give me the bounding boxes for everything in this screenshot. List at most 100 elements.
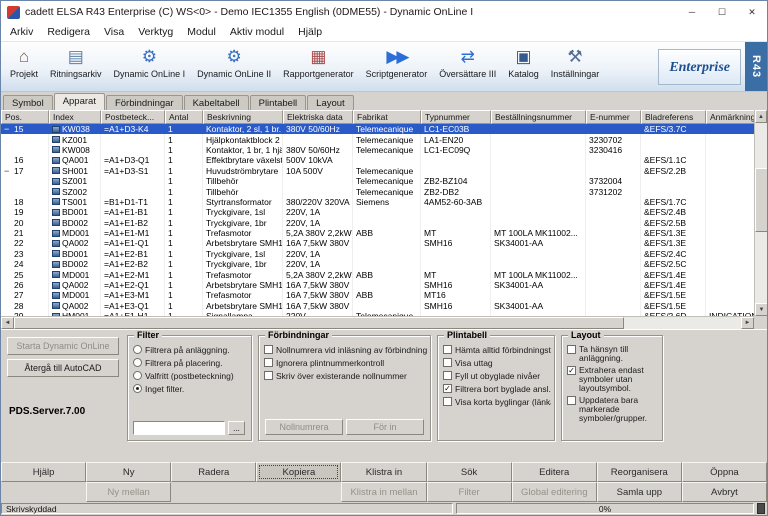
- check-option[interactable]: Fyll ut obyglade nivåer: [443, 371, 551, 381]
- action-button-editera[interactable]: Editera: [512, 462, 597, 482]
- table-row[interactable]: 16QA001=A1+D3-Q11Effektbrytare växelströ…: [1, 155, 754, 165]
- table-row[interactable]: 20BD002=A1+E1-B21Tryckgivare, 1br220V, 1…: [1, 218, 754, 228]
- table-row[interactable]: 24BD002=A1+E2-B21Tryckgivare, 1br220V, 1…: [1, 259, 754, 269]
- starta-dynamic-online-button[interactable]: Starta Dynamic OnLine: [7, 337, 119, 355]
- action-button-klistra-in-mellan[interactable]: Klistra in mellan: [341, 482, 426, 502]
- checkbox-icon[interactable]: ✓: [443, 384, 452, 393]
- action-button-avbryt[interactable]: Avbryt: [682, 482, 767, 502]
- radio-button-icon[interactable]: [133, 345, 142, 354]
- menu-item-aktiv-modul[interactable]: Aktiv modul: [223, 24, 291, 40]
- radio-option[interactable]: Inget filter.: [133, 384, 248, 394]
- radio-button-icon[interactable]: [133, 384, 142, 393]
- checkbox-icon[interactable]: [264, 371, 273, 380]
- column-header-index[interactable]: Index: [49, 110, 101, 124]
- filter-browse-button[interactable]: ...: [228, 421, 245, 435]
- menu-item-redigera[interactable]: Redigera: [40, 24, 97, 40]
- column-header-pos[interactable]: Pos.: [1, 110, 49, 124]
- action-button-samla-upp[interactable]: Samla upp: [597, 482, 682, 502]
- tab-symbol[interactable]: Symbol: [3, 95, 53, 110]
- scroll-up-icon[interactable]: ▲: [755, 110, 767, 123]
- action-button-reorganisera[interactable]: Reorganisera: [597, 462, 682, 482]
- column-header-fab[interactable]: Fabrikat: [353, 110, 421, 124]
- menu-item-verktyg[interactable]: Verktyg: [131, 24, 180, 40]
- toolbar-button-katalog[interactable]: ▣Katalog: [502, 42, 545, 91]
- action-button-sok[interactable]: Sök: [427, 462, 512, 482]
- toolbar-button-installningar[interactable]: ⚒Inställningar: [545, 42, 606, 91]
- vertical-scroll-thumb[interactable]: [755, 168, 768, 232]
- check-option[interactable]: Ignorera plintnummerkontroll: [264, 358, 427, 368]
- toolbar-button-ritningsarkiv[interactable]: ▤Ritningsarkiv: [44, 42, 108, 91]
- menu-item-arkiv[interactable]: Arkiv: [3, 24, 40, 40]
- table-row[interactable]: KW0081Kontaktor, 1 br, 1 hjälp...380V 50…: [1, 145, 754, 155]
- action-button-oppna[interactable]: Öppna: [682, 462, 767, 482]
- filter-input[interactable]: [133, 421, 225, 435]
- check-option[interactable]: Nollnumrera vid inläsning av förbindning…: [264, 345, 427, 355]
- radio-option[interactable]: Valfritt (postbeteckning): [133, 371, 248, 381]
- scroll-right-icon[interactable]: ►: [741, 317, 754, 329]
- checkbox-icon[interactable]: [443, 358, 452, 367]
- table-row[interactable]: 25MD001=A1+E2-M11Trefasmotor5,2A 380V 2,…: [1, 269, 754, 279]
- toolbar-button-oversattare[interactable]: ⇄Översättare III: [433, 42, 502, 91]
- tab-apparat[interactable]: Apparat: [54, 93, 105, 110]
- checkbox-icon[interactable]: [443, 397, 452, 406]
- check-option[interactable]: Skriv över existerande nollnummer: [264, 371, 427, 381]
- maximize-button[interactable]: ☐: [707, 1, 737, 23]
- action-button-filter[interactable]: Filter: [427, 482, 512, 502]
- column-header-antal[interactable]: Antal: [165, 110, 203, 124]
- action-button-radera[interactable]: Radera: [171, 462, 256, 482]
- table-row[interactable]: 22QA002=A1+E1-Q11Arbetsbrytare SMH1616A …: [1, 238, 754, 248]
- table-row[interactable]: 28QA002=A1+E3-Q11Arbetsbrytare SMH1616A …: [1, 301, 754, 311]
- table-row[interactable]: SZ0011TillbehörTelemecaniqueZB2-BZ104373…: [1, 176, 754, 186]
- tab-plintabell[interactable]: Plintabell: [250, 95, 307, 110]
- table-row[interactable]: KZ0011Hjälpkontaktblock 2 slTelemecaniqu…: [1, 134, 754, 144]
- column-header-besk[interactable]: Beskrivning: [203, 110, 283, 124]
- tab-layout[interactable]: Layout: [307, 95, 354, 110]
- checkbox-icon[interactable]: [443, 371, 452, 380]
- scroll-down-icon[interactable]: ▼: [755, 303, 768, 316]
- checkbox-icon[interactable]: [443, 345, 452, 354]
- toolbar-button-dynamic-online-2[interactable]: ⚙Dynamic OnLine II: [191, 42, 277, 91]
- check-option[interactable]: Hämta alltid förbindningstabell: [443, 345, 551, 355]
- table-row[interactable]: SZ0021TillbehörTelemecaniqueZB2-DB237312…: [1, 186, 754, 196]
- table-row[interactable]: 27MD001=A1+E3-M11Trefasmotor16A 7,5kW 38…: [1, 290, 754, 300]
- table-row[interactable]: 23BD001=A1+E2-B11Tryckgivare, 1sl220V, 1…: [1, 249, 754, 259]
- column-header-el[interactable]: Elektriska data: [283, 110, 353, 124]
- table-row[interactable]: 21MD001=A1+E1-M11Trefasmotor5,2A 380V 2,…: [1, 228, 754, 238]
- menu-item-hjalp[interactable]: Hjälp: [291, 24, 329, 40]
- action-button-hjalp[interactable]: Hjälp: [1, 462, 86, 482]
- checkbox-icon[interactable]: ✓: [567, 366, 576, 375]
- radio-button-icon[interactable]: [133, 371, 142, 380]
- nollnumrera-button[interactable]: Nollnumrera: [265, 419, 343, 435]
- column-header-best[interactable]: Beställningsnummer: [491, 110, 586, 124]
- radio-button-icon[interactable]: [133, 358, 142, 367]
- action-button-ny-mellan[interactable]: Ny mellan: [86, 482, 171, 502]
- check-option[interactable]: ✓Extrahera endast symboler utan layoutsy…: [567, 366, 659, 393]
- action-button-global-editering[interactable]: Global editering: [512, 482, 597, 502]
- radio-option[interactable]: Filtrera på placering.: [133, 358, 248, 368]
- toolbar-button-dynamic-online-1[interactable]: ⚙Dynamic OnLine I: [108, 42, 192, 91]
- column-header-enr[interactable]: E-nummer: [586, 110, 641, 124]
- checkbox-icon[interactable]: [264, 358, 273, 367]
- horizontal-scrollbar[interactable]: ◄ ►: [1, 316, 754, 329]
- table-row[interactable]: −17SH001=A1+D3-S11Huvudströmbrytare10A 5…: [1, 166, 754, 176]
- column-header-blad[interactable]: Bladreferens: [641, 110, 706, 124]
- radio-option[interactable]: Filtrera på anläggning.: [133, 345, 248, 355]
- column-header-typ[interactable]: Typnummer: [421, 110, 491, 124]
- action-button-ny[interactable]: Ny: [86, 462, 171, 482]
- action-button-kopiera[interactable]: Kopiera: [256, 462, 341, 482]
- vertical-scrollbar[interactable]: ▲ ▼: [754, 110, 767, 316]
- menu-item-modul[interactable]: Modul: [180, 24, 223, 40]
- toolbar-button-projekt[interactable]: ⌂Projekt: [4, 42, 44, 91]
- menu-item-visa[interactable]: Visa: [97, 24, 131, 40]
- for-in-button[interactable]: För in: [346, 419, 424, 435]
- close-button[interactable]: ✕: [737, 1, 767, 23]
- check-option[interactable]: Visa uttag: [443, 358, 551, 368]
- table-row[interactable]: −15KW038=A1+D3-K41Kontaktor, 2 sl, 1 br.…: [1, 124, 754, 134]
- tree-expander-icon[interactable]: −: [4, 124, 12, 134]
- horizontal-scroll-thumb[interactable]: [14, 317, 624, 329]
- column-header-post[interactable]: Postbeteck...: [101, 110, 165, 124]
- action-button-klistra-in[interactable]: Klistra in: [341, 462, 426, 482]
- minimize-button[interactable]: ─: [677, 1, 707, 23]
- toolbar-button-scriptgenerator[interactable]: ▶▶Scriptgenerator: [360, 42, 434, 91]
- check-option[interactable]: Uppdatera bara markerade symboler/gruppe…: [567, 396, 659, 423]
